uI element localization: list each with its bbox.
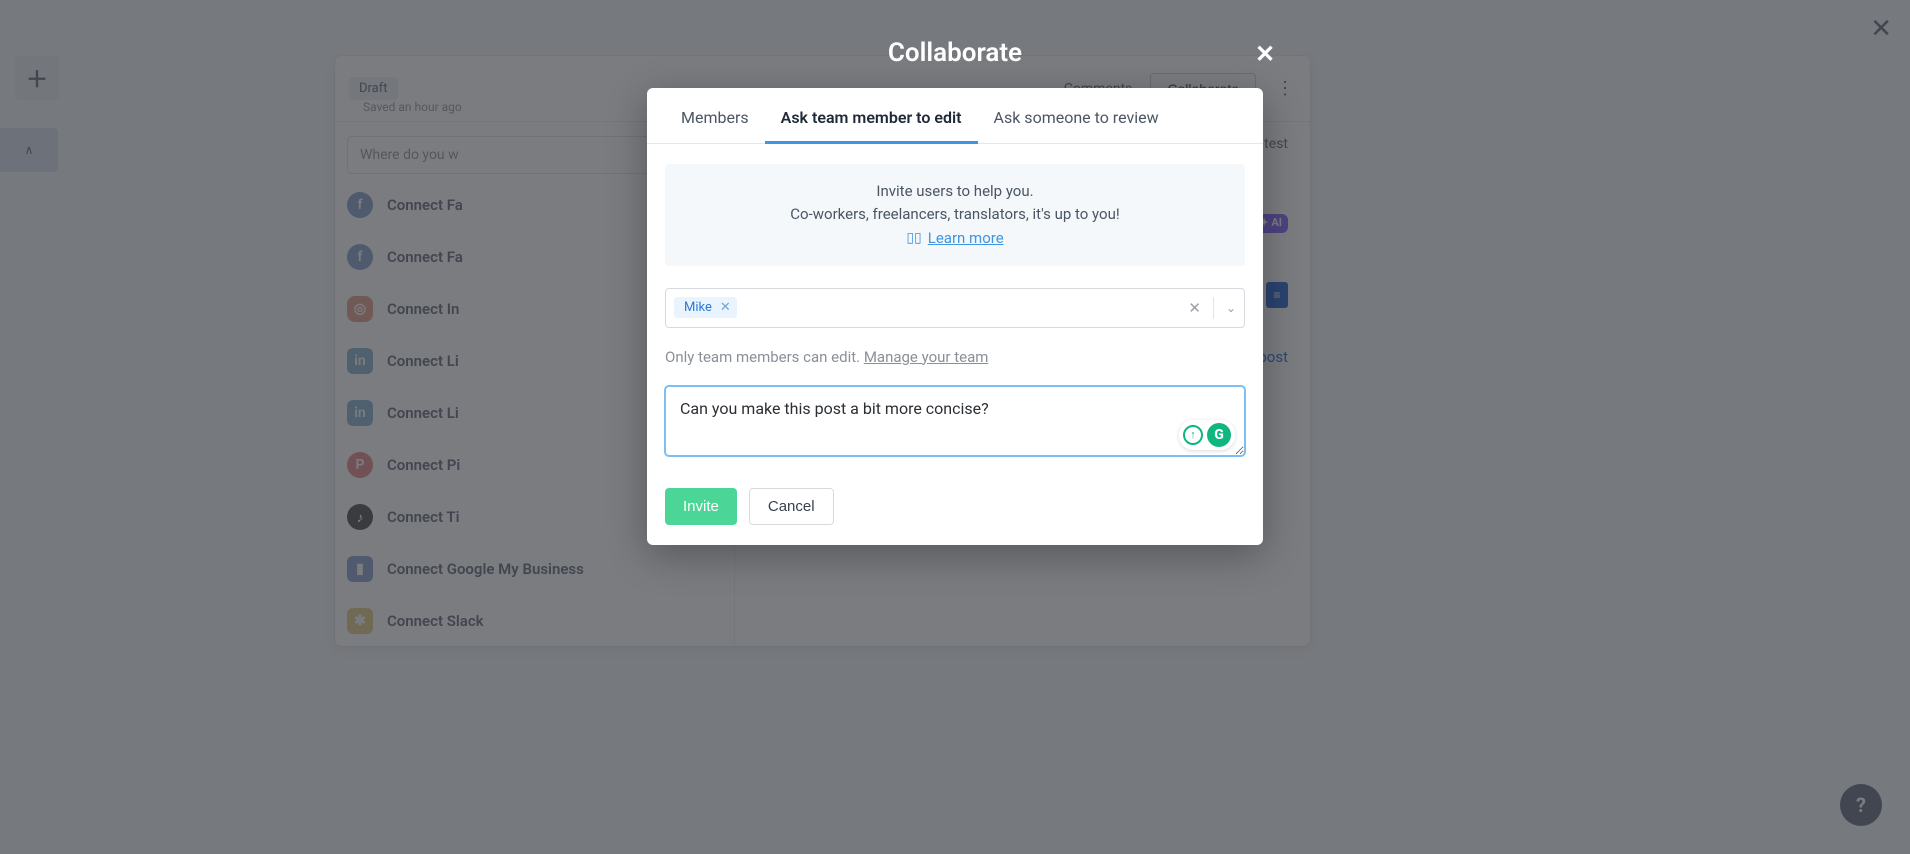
- invitee-select[interactable]: Mike ✕ ✕ ⌄: [665, 288, 1245, 328]
- tab-members[interactable]: Members: [665, 88, 765, 143]
- learn-more-label: Learn more: [928, 227, 1004, 250]
- invitee-chip: Mike ✕: [674, 297, 737, 318]
- overlay-title: Collaborate: [0, 38, 1910, 68]
- overlay-close-button[interactable]: ✕: [1255, 40, 1275, 68]
- cancel-button[interactable]: Cancel: [749, 488, 834, 525]
- select-clear-button[interactable]: ✕: [1188, 299, 1201, 317]
- manage-team-link[interactable]: Manage your team: [864, 348, 989, 366]
- invitee-chip-label: Mike: [684, 300, 712, 315]
- modal-overlay: Collaborate ✕ Members Ask team member to…: [0, 0, 1910, 854]
- tab-ask-team-member-to-edit[interactable]: Ask team member to edit: [765, 88, 978, 143]
- collaborate-modal: Members Ask team member to edit Ask some…: [647, 88, 1263, 545]
- grammarly-icon: G: [1207, 423, 1231, 447]
- helper-text: Only team members can edit. Manage your …: [665, 348, 1245, 366]
- info-line-2: Co-workers, freelancers, translators, it…: [675, 203, 1235, 226]
- tab-ask-someone-to-review[interactable]: Ask someone to review: [978, 88, 1175, 143]
- modal-actions: Invite Cancel: [647, 460, 1263, 545]
- grammarly-widget[interactable]: G: [1179, 420, 1235, 450]
- modal-tabs: Members Ask team member to edit Ask some…: [647, 88, 1263, 144]
- select-divider: [1213, 297, 1214, 319]
- invitee-chip-remove[interactable]: ✕: [720, 300, 731, 315]
- message-input[interactable]: Can you make this post a bit more concis…: [665, 386, 1245, 456]
- invite-button[interactable]: Invite: [665, 488, 737, 525]
- info-banner: Invite users to help you. Co-workers, fr…: [665, 164, 1245, 266]
- info-line-1: Invite users to help you.: [675, 180, 1235, 203]
- select-caret-button[interactable]: ⌄: [1226, 301, 1236, 315]
- book-icon: ▯▯: [906, 228, 921, 249]
- learn-more-link[interactable]: ▯▯ Learn more: [906, 227, 1003, 250]
- chevron-down-icon: ⌄: [1226, 301, 1236, 315]
- helper-text-static: Only team members can edit.: [665, 348, 864, 366]
- close-icon: ✕: [1255, 40, 1275, 68]
- grammarly-upload-icon: [1183, 425, 1203, 445]
